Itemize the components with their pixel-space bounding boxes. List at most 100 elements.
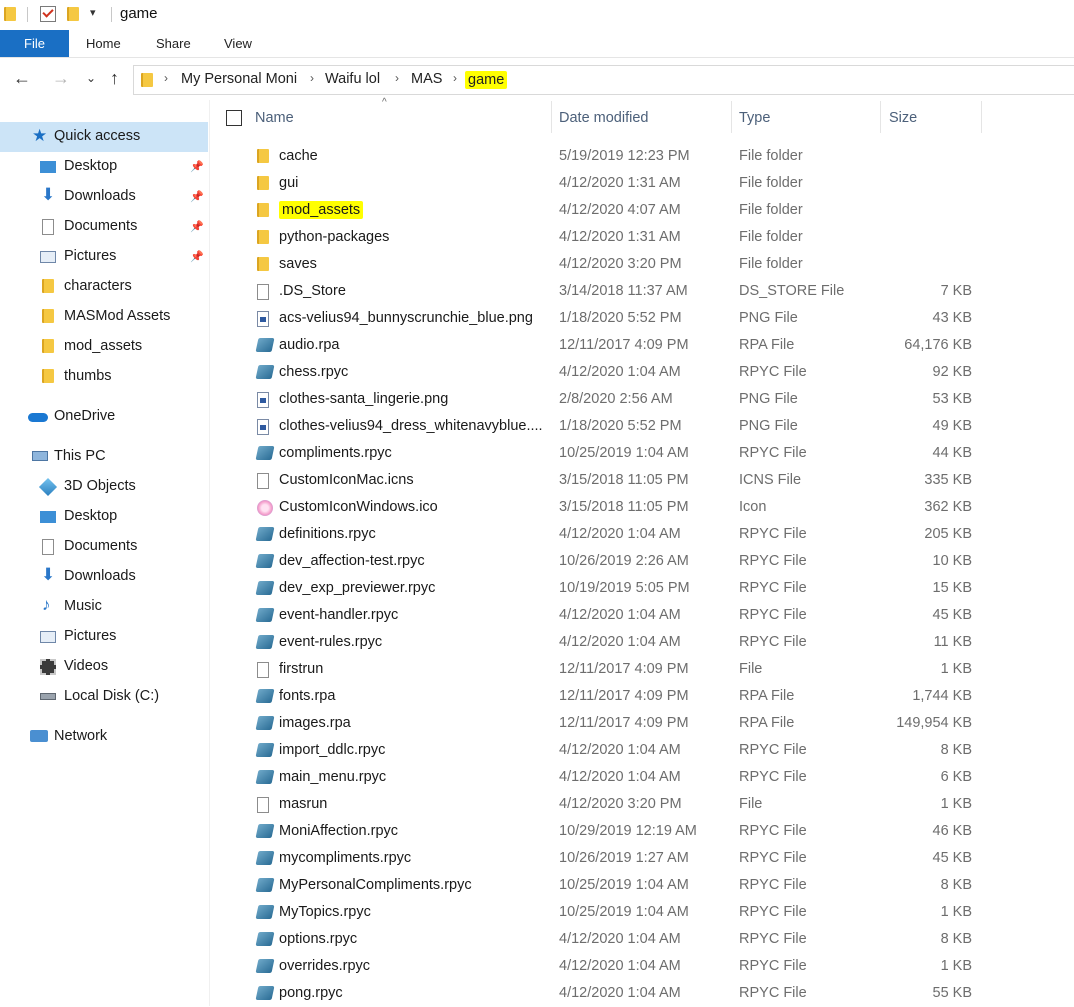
file-type: RPYC File (739, 823, 807, 839)
file-size: 362 KB (924, 499, 972, 515)
file-row[interactable]: chess.rpyc 4/12/2020 1:04 AM RPYC File 92 K… (210, 359, 1074, 386)
column-header-size[interactable]: Size (881, 100, 981, 136)
column-label: Size (889, 110, 918, 126)
select-all-checkbox[interactable] (226, 110, 242, 126)
nav-item-documents-pc[interactable]: Documents (0, 532, 208, 562)
pin-icon[interactable]: 📌 (190, 220, 204, 233)
nav-item-videos[interactable]: Videos (0, 652, 208, 682)
nav-item-thumbs[interactable]: thumbs (0, 362, 208, 392)
customize-toolbar-dropdown-icon[interactable]: ▾ (90, 6, 96, 19)
file-name: chess.rpyc (279, 364, 349, 380)
nav-item-mod-assets[interactable]: mod_assets (0, 332, 208, 362)
file-row[interactable]: mycompliments.rpyc 10/26/2019 1:27 AM RPYC… (210, 845, 1074, 872)
file-row[interactable]: mod_assets 4/12/2020 4:07 AM File folder (210, 197, 1074, 224)
pin-icon[interactable]: 📌 (190, 190, 204, 203)
nav-item-downloads-pc[interactable]: ⬇ Downloads (0, 562, 208, 592)
nav-item-3d-objects[interactable]: 3D Objects (0, 472, 208, 502)
column-header-type[interactable]: Type (732, 100, 879, 136)
file-row[interactable]: MyTopics.rpyc 10/25/2019 1:04 AM RPYC File… (210, 899, 1074, 926)
file-row[interactable]: options.rpyc 4/12/2020 1:04 AM RPYC File 8 … (210, 926, 1074, 953)
nav-item-desktop[interactable]: Desktop 📌 (0, 152, 208, 182)
file-row[interactable]: overrides.rpyc 4/12/2020 1:04 AM RPYC File… (210, 953, 1074, 980)
nav-item-documents[interactable]: Documents 📌 (0, 212, 208, 242)
file-row[interactable]: images.rpa 12/11/2017 4:09 PM RPA File 149,… (210, 710, 1074, 737)
file-row[interactable]: gui 4/12/2020 1:31 AM File folder (210, 170, 1074, 197)
file-row[interactable]: CustomIconMac.icns 3/15/2018 11:05 PM ICNS… (210, 467, 1074, 494)
tab-file[interactable]: File (0, 30, 69, 57)
new-folder-icon[interactable] (67, 7, 79, 21)
file-size: 92 KB (932, 364, 973, 380)
nav-item-music[interactable]: ♪ Music (0, 592, 208, 622)
file-row[interactable]: firstrun 12/11/2017 4:09 PM File 1 KB (210, 656, 1074, 683)
file-row[interactable]: main_menu.rpyc 4/12/2020 1:04 AM RPYC File… (210, 764, 1074, 791)
file-row[interactable]: definitions.rpyc 4/12/2020 1:04 AM RPYC Fi… (210, 521, 1074, 548)
separator (27, 7, 28, 22)
file-row[interactable]: clothes-velius94_dress_whitenavyblue....… (210, 413, 1074, 440)
forward-arrow-icon[interactable]: → (52, 68, 70, 89)
column-divider[interactable] (981, 101, 982, 133)
file-date: 12/11/2017 4:09 PM (559, 715, 689, 731)
nav-onedrive[interactable]: OneDrive (0, 402, 208, 432)
file-row[interactable]: clothes-santa_lingerie.png 2/8/2020 2:56 … (210, 386, 1074, 413)
address-bar[interactable]: › My Personal Moni › Waifu lol › MAS › g… (133, 65, 1074, 95)
column-header-date[interactable]: Date modified (552, 100, 730, 136)
nav-label: OneDrive (54, 408, 116, 424)
folder-icon (257, 230, 269, 244)
file-date: 10/25/2019 1:04 AM (559, 877, 689, 893)
file-row[interactable]: cache 5/19/2019 12:23 PM File folder (210, 143, 1074, 170)
nav-item-pictures[interactable]: Pictures 📌 (0, 242, 208, 272)
tab-view[interactable]: View (224, 30, 252, 57)
file-row[interactable]: audio.rpa 12/11/2017 4:09 PM RPA File 64,17… (210, 332, 1074, 359)
breadcrumb-item[interactable]: Waifu lol (325, 71, 380, 87)
chevron-right-icon[interactable]: › (453, 71, 457, 85)
file-name: fonts.rpa (279, 688, 336, 704)
column-header-name[interactable]: Name (245, 100, 550, 136)
back-arrow-icon[interactable]: ← (13, 68, 31, 89)
file-row[interactable]: dev_exp_previewer.rpyc 10/19/2019 5:05 PM… (210, 575, 1074, 602)
file-row[interactable]: compliments.rpyc 10/25/2019 1:04 AM RPYC F… (210, 440, 1074, 467)
file-icon (257, 797, 269, 813)
file-row[interactable]: MoniAffection.rpyc 10/29/2019 12:19 AM RPY… (210, 818, 1074, 845)
breadcrumb-current[interactable]: game (465, 71, 508, 89)
pin-icon[interactable]: 📌 (190, 160, 204, 173)
file-type: RPYC File (739, 580, 807, 596)
tab-home[interactable]: Home (86, 30, 121, 57)
file-row[interactable]: python-packages 4/12/2020 1:31 AM File fol… (210, 224, 1074, 251)
file-row[interactable]: CustomIconWindows.ico 3/15/2018 11:05 PM I… (210, 494, 1074, 521)
file-row[interactable]: masrun 4/12/2020 3:20 PM File 1 KB (210, 791, 1074, 818)
chevron-right-icon[interactable]: › (164, 71, 168, 85)
up-arrow-icon[interactable]: ↑ (110, 68, 119, 89)
tab-share[interactable]: Share (156, 30, 191, 57)
file-row[interactable]: fonts.rpa 12/11/2017 4:09 PM RPA File 1,744… (210, 683, 1074, 710)
rpa-icon (255, 824, 275, 838)
file-row[interactable]: .DS_Store 3/14/2018 11:37 AM DS_STORE File… (210, 278, 1074, 305)
properties-icon[interactable] (40, 6, 56, 22)
file-row[interactable]: saves 4/12/2020 3:20 PM File folder (210, 251, 1074, 278)
download-icon: ⬇ (41, 185, 56, 204)
nav-item-downloads[interactable]: ⬇ Downloads 📌 (0, 182, 208, 212)
file-row[interactable]: dev_affection-test.rpyc 10/26/2019 2:26 A… (210, 548, 1074, 575)
breadcrumb-item[interactable]: MAS (411, 71, 442, 87)
file-row[interactable]: event-handler.rpyc 4/12/2020 1:04 AM RPYC … (210, 602, 1074, 629)
file-row[interactable]: pong.rpyc 4/12/2020 1:04 AM RPYC File 55 KB (210, 980, 1074, 1007)
file-row[interactable]: MyPersonalCompliments.rpyc 10/25/2019 1:0… (210, 872, 1074, 899)
nav-label: characters (64, 278, 132, 294)
chevron-right-icon[interactable]: › (310, 71, 314, 85)
pin-icon[interactable]: 📌 (190, 250, 204, 263)
nav-this-pc[interactable]: This PC (0, 442, 208, 472)
file-type: ICNS File (739, 472, 802, 488)
file-name: import_ddlc.rpyc (279, 742, 386, 758)
recent-locations-chevron-icon[interactable]: ⌄ (86, 71, 96, 85)
nav-item-desktop-pc[interactable]: Desktop (0, 502, 208, 532)
chevron-right-icon[interactable]: › (395, 71, 399, 85)
nav-item-characters[interactable]: characters (0, 272, 208, 302)
nav-item-masmod-assets[interactable]: MASMod Assets (0, 302, 208, 332)
nav-quick-access[interactable]: ★ Quick access (0, 122, 208, 152)
breadcrumb-item[interactable]: My Personal Moni (181, 71, 297, 87)
file-row[interactable]: import_ddlc.rpyc 4/12/2020 1:04 AM RPYC Fi… (210, 737, 1074, 764)
nav-item-local-disk[interactable]: Local Disk (C:) (0, 682, 208, 712)
file-row[interactable]: acs-velius94_bunnyscrunchie_blue.png 1/18… (210, 305, 1074, 332)
nav-item-pictures-pc[interactable]: Pictures (0, 622, 208, 652)
file-row[interactable]: event-rules.rpyc 4/12/2020 1:04 AM RPYC Fi… (210, 629, 1074, 656)
nav-network[interactable]: Network (0, 722, 208, 752)
